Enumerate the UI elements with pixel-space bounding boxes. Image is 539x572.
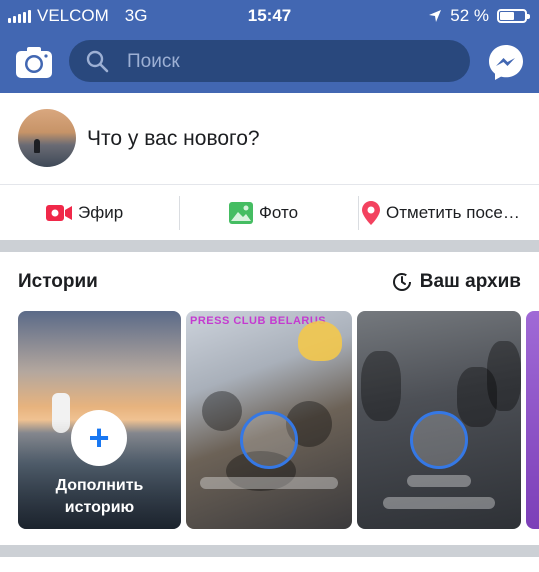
add-story-label: Дополнить историю [18,475,181,519]
plus-icon: + [88,417,110,458]
search-icon [86,50,109,73]
action-divider [179,196,180,230]
story-avatar-ring [240,411,298,469]
avatar[interactable] [18,109,76,167]
archive-label: Ваш архив [419,271,521,292]
battery-percent: 52 % [450,6,489,25]
stories-title: Истории [18,271,98,292]
stories-header: Истории Ваш архив [0,252,539,310]
search-placeholder: Поиск [127,51,180,72]
checkin-label: Отметить посе… [386,203,520,222]
location-arrow-icon [429,10,442,22]
top-bar: VELCOM 3G 15:47 52 % Поиск [0,0,539,93]
story-card[interactable]: PRESS CLUB BELARUS [186,311,352,529]
status-right: 52 % [428,6,530,26]
section-separator [0,240,539,252]
checkin-button[interactable]: Отметить посе… [362,186,520,240]
heart-sticker [298,321,342,361]
camera-icon[interactable] [14,42,54,82]
story-card[interactable] [357,311,521,529]
photo-button[interactable]: Фото [229,186,298,240]
story-author-name [407,475,471,487]
story-author-name [383,497,495,509]
search-bar[interactable]: Поиск [69,40,470,82]
nav-row: Поиск [0,32,539,93]
photo-label: Фото [259,203,299,222]
add-story-card[interactable]: + Дополнить историю [18,311,181,529]
add-story-line1: Дополнить [55,477,144,494]
composer-prompt[interactable]: Что у вас нового? [87,127,260,151]
composer-actions: Эфир Фото Отметить посе… [0,186,539,240]
status-bar: VELCOM 3G 15:47 52 % [0,0,539,32]
live-label: Эфир [78,203,124,222]
story-avatar-ring [410,411,468,469]
archive-button[interactable]: Ваш архив [392,271,521,293]
messenger-icon[interactable] [486,42,526,82]
add-story-line2: историю [64,499,135,516]
feed-start [0,557,539,572]
photo-icon [229,202,253,224]
battery-icon [497,9,530,23]
live-button[interactable]: Эфир [46,186,123,240]
story-author-name [200,477,338,489]
location-pin-icon [362,201,380,225]
action-divider [358,196,359,230]
story-card-partial[interactable] [526,311,539,529]
add-story-button[interactable]: + [71,410,127,466]
composer[interactable]: Что у вас нового? [0,93,539,185]
archive-clock-icon [392,273,411,291]
live-video-icon [46,205,72,221]
section-separator [0,545,539,557]
